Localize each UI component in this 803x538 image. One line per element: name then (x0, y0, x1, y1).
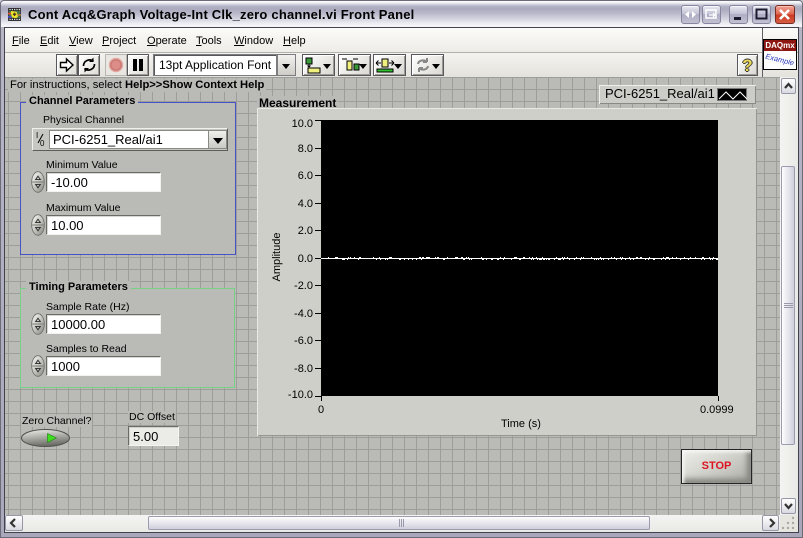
svg-text:Example: Example (765, 52, 795, 68)
svg-text:I: I (36, 131, 38, 140)
svg-text:0: 0 (40, 139, 45, 148)
